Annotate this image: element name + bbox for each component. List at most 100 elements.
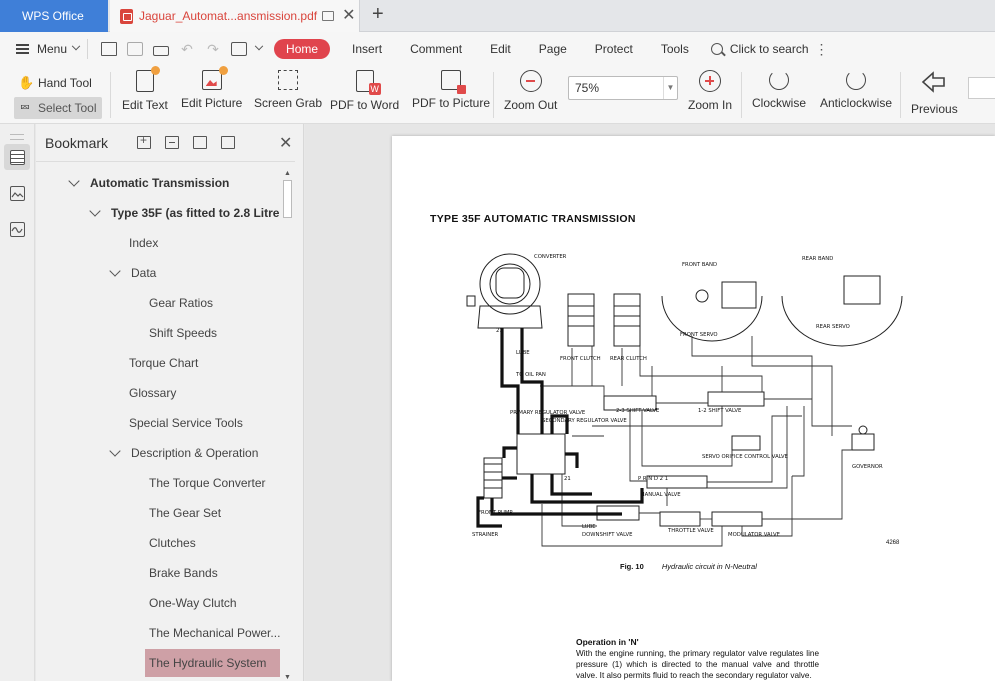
tab-comment[interactable]: Comment	[410, 42, 462, 56]
signature-panel-icon[interactable]	[4, 216, 30, 242]
redo-icon[interactable]: ↷	[205, 42, 221, 56]
figure-number: 4268	[886, 540, 900, 546]
pdf-to-picture-button[interactable]: PDF to Picture	[412, 70, 490, 110]
bookmark-item[interactable]: Brake Bands	[36, 558, 284, 588]
delete-bookmark-icon[interactable]	[165, 136, 179, 149]
bookmark-item-selected[interactable]: The Hydraulic System	[36, 648, 284, 678]
tab-protect[interactable]: Protect	[595, 42, 633, 56]
bookmark-item[interactable]: Index	[36, 228, 284, 258]
ribbon-toolbar: ✋ Hand Tool ⮹ Select Tool Edit Text Edit…	[0, 66, 995, 124]
open-folder-icon[interactable]	[101, 42, 118, 56]
navigation-rail	[0, 124, 35, 681]
chevron-down-icon[interactable]	[68, 175, 80, 187]
label-secondary-regulator: SECONDARY REGULATOR VALVE	[542, 418, 627, 424]
scroll-down-icon[interactable]: ▼	[284, 674, 291, 681]
bookmark-scrollbar[interactable]: ▲ ▼	[282, 170, 293, 681]
page-number-input[interactable]	[968, 77, 995, 99]
expand-bookmark-icon[interactable]	[193, 136, 207, 149]
hand-tool-button[interactable]: ✋ Hand Tool	[14, 72, 102, 94]
hand-icon: ✋	[18, 75, 35, 90]
search-box[interactable]: Click to search ⋮	[710, 41, 829, 58]
label-modulator-valve: MODULATOR VALVE	[728, 532, 781, 538]
bookmark-item[interactable]: Gear Ratios	[36, 288, 284, 318]
chevron-down-icon[interactable]	[109, 265, 121, 277]
bookmark-item[interactable]: Glossary	[36, 378, 284, 408]
label-rear-band: REAR BAND	[802, 256, 833, 262]
label-rear-servo: REAR SERVO	[816, 324, 850, 330]
document-viewport[interactable]: TYPE 35F AUTOMATIC TRANSMISSION CONVERTE…	[305, 124, 995, 681]
bookmark-item[interactable]: Type 35F (as fitted to 2.8 Litre	[36, 198, 284, 228]
select-tool-button[interactable]: ⮹ Select Tool	[14, 97, 102, 119]
tab-page[interactable]: Page	[539, 42, 567, 56]
figure-caption-text: Hydraulic circuit in N-Neutral	[661, 562, 757, 571]
bookmark-item[interactable]: The Gear Set	[36, 498, 284, 528]
edit-picture-button[interactable]: Edit Picture	[181, 66, 243, 110]
thumbnail-panel-icon[interactable]	[4, 180, 30, 206]
scrollbar-thumb[interactable]	[283, 180, 292, 218]
tool-selector: ✋ Hand Tool ⮹ Select Tool	[14, 72, 102, 122]
rotate-anticlockwise-button[interactable]: Anticlockwise	[820, 70, 892, 110]
edit-picture-label: Edit Picture	[181, 96, 243, 110]
bookmark-item[interactable]: Special Service Tools	[36, 408, 284, 438]
figure-label: Fig. 10	[620, 562, 644, 571]
bookmark-item[interactable]: Clutches	[36, 528, 284, 558]
share-icon[interactable]	[231, 42, 248, 56]
scroll-up-icon[interactable]: ▲	[284, 170, 291, 177]
bookmark-item[interactable]: One-Way Clutch	[36, 588, 284, 618]
bookmark-label: Brake Bands	[149, 566, 218, 580]
bookmark-tree: Automatic Transmission Type 35F (as fitt…	[36, 168, 284, 678]
bookmark-item[interactable]: The Mechanical Power...	[36, 618, 284, 648]
zoom-in-button[interactable]: Zoom In	[688, 70, 732, 112]
print-icon[interactable]	[153, 45, 170, 56]
more-icon[interactable]: ⋮	[815, 41, 829, 58]
tab-insert[interactable]: Insert	[352, 42, 382, 56]
add-bookmark-icon[interactable]	[137, 133, 151, 149]
edit-text-button[interactable]: Edit Text	[122, 66, 168, 112]
previous-page-button[interactable]: Previous	[911, 70, 958, 116]
label-throttle-valve: THROTTLE VALVE	[667, 528, 714, 534]
tab-edit[interactable]: Edit	[490, 42, 511, 56]
pdf-to-word-button[interactable]: PDF to Word	[330, 70, 399, 112]
bookmark-item[interactable]: The Torque Converter	[36, 468, 284, 498]
bookmark-item[interactable]: Torque Chart	[36, 348, 284, 378]
zoom-out-button[interactable]: Zoom Out	[504, 70, 557, 112]
zoom-in-icon	[699, 70, 721, 92]
monitor-icon[interactable]	[322, 11, 335, 21]
new-tab-button[interactable]: +	[372, 3, 384, 26]
main-menu-button[interactable]: Menu	[0, 41, 81, 56]
divider	[87, 39, 89, 59]
arrow-left-icon	[921, 70, 947, 96]
chevron-down-icon[interactable]: ▼	[663, 77, 677, 99]
app-tab[interactable]: WPS Office	[0, 0, 108, 32]
grip-icon	[10, 134, 24, 140]
edit-picture-icon	[201, 66, 228, 90]
bookmark-options-icon[interactable]	[221, 136, 235, 149]
tab-home[interactable]: Home	[274, 39, 331, 59]
rotate-clockwise-button[interactable]: Clockwise	[752, 70, 806, 110]
chevron-down-icon[interactable]	[109, 445, 121, 457]
bookmark-item[interactable]: Shift Speeds	[36, 318, 284, 348]
chevron-down-icon[interactable]	[254, 41, 264, 51]
cursor-icon: ⮹	[19, 100, 31, 115]
zoom-select[interactable]: 75% ▼	[568, 76, 678, 100]
bookmark-label: The Hydraulic System	[145, 649, 280, 677]
bookmark-panel-icon[interactable]	[4, 144, 30, 170]
chevron-down-icon[interactable]	[89, 205, 101, 217]
save-icon[interactable]	[127, 42, 144, 56]
label-shift-valve-12: 1-2 SHIFT VALVE	[698, 408, 742, 414]
close-panel-icon[interactable]: ✕	[279, 133, 292, 153]
page-heading: TYPE 35F AUTOMATIC TRANSMISSION	[430, 213, 636, 225]
bookmark-item[interactable]: Automatic Transmission	[36, 168, 284, 198]
figure-caption: Fig. 10 Hydraulic circuit in N-Neutral	[620, 562, 757, 571]
bookmark-item[interactable]: Data	[36, 258, 284, 288]
screen-grab-button[interactable]: Screen Grab	[254, 70, 322, 110]
document-tab[interactable]: Jaguar_Automat...ansmission.pdf ✕	[110, 0, 360, 32]
label-shift-valve-23: 2-3 SHIFT VALVE	[616, 408, 660, 414]
undo-icon[interactable]: ↶	[179, 42, 195, 56]
screen-grab-icon	[278, 70, 299, 90]
clockwise-label: Clockwise	[752, 96, 807, 110]
bookmark-item[interactable]: Description & Operation	[36, 438, 284, 468]
tab-tools[interactable]: Tools	[661, 42, 689, 56]
label-front-pump: FRONT PUMP	[478, 510, 513, 516]
close-tab-icon[interactable]: ✕	[342, 8, 355, 24]
